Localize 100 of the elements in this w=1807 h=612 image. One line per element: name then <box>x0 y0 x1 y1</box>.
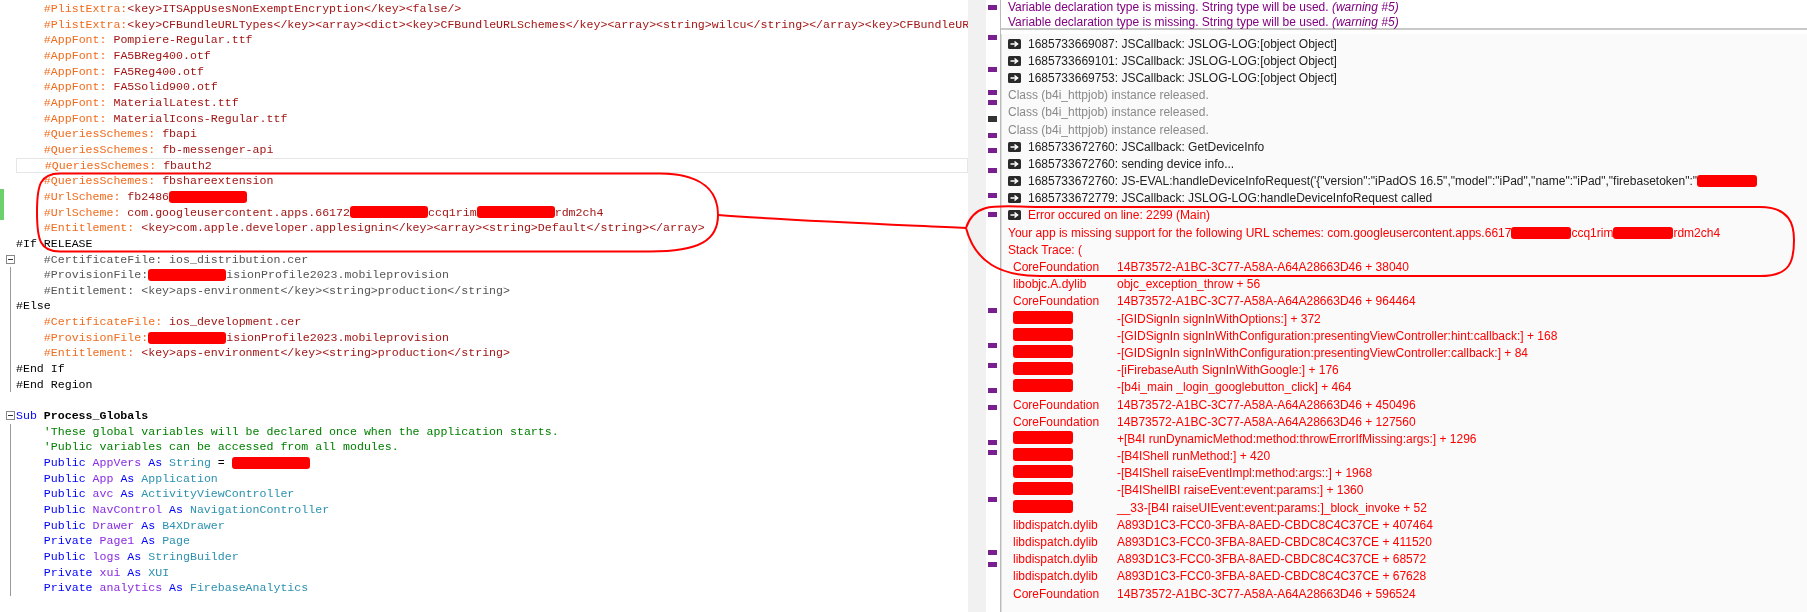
redaction-mark <box>1697 175 1758 188</box>
log-text: Class (b4i_httpjob) instance released. <box>1008 122 1209 137</box>
redaction-mark <box>1013 379 1073 393</box>
log-text: 1685733672779: JSCallback: JSLOG-LOG:handleDeviceInfoRequest called <box>1028 191 1433 206</box>
code-text: #AppFont: Pompiere-Regular.ttf <box>43 32 253 48</box>
redaction-mark <box>1511 226 1572 239</box>
log-text: 1685733669753: JSCallback: JSLOG-LOG:[object Object] <box>1028 70 1337 85</box>
code-text: ccq1rim <box>427 204 477 221</box>
log-text: 1685733669101: JSCallback: JSLOG-LOG:[object Object] <box>1028 53 1337 68</box>
redaction-mark <box>1013 430 1073 444</box>
redaction-mark <box>1613 226 1674 239</box>
code-text: #Entitlement: <key>aps-environment</key><string>production</string> <box>43 345 510 362</box>
code-text: Private Page1 As Page <box>43 533 190 549</box>
log-text: -[iFirebaseAuth SignInWithGoogle:] + 176 <box>1117 363 1339 378</box>
code-text: Public logs As StringBuilder <box>43 548 239 565</box>
code-text: #AppFont: FA5Reg400.otf <box>43 63 204 80</box>
code-text: #QueriesSchemes: fbshareextension <box>43 173 274 189</box>
log-text: +[B4I runDynamicMethod:method:throwErrorIfMissing:args:] + 1296 <box>1117 431 1477 446</box>
code-text: #AppFont: FA5Solid900.otf <box>43 79 218 95</box>
log-text: 14B73572-A1BC-3C77-A58A-A64A28663D46 + 450496 <box>1117 397 1416 412</box>
log-text: 14B73572-A1BC-3C77-A58A-A64A28663D46 + 596524 <box>1117 586 1416 601</box>
log-text: ccq1rim <box>1571 225 1614 240</box>
log-text: A893D1C3-FCC0-3FBA-8AED-CBDC8C4C37CE + 411520 <box>1117 535 1432 550</box>
log-text: Error occured on line: 2299 (Main) <box>1028 208 1211 223</box>
log-text: libobjc.A.dylib <box>1013 277 1087 292</box>
code-text: isionProfile2023.mobileprovision <box>226 329 449 346</box>
code-text: Public NavControl As NavigationController <box>43 502 330 518</box>
log-text: CoreFoundation <box>1013 414 1100 429</box>
log-text: libdispatch.dylib <box>1013 569 1098 584</box>
code-text: #CertificateFile: ios_distribution.cer <box>43 251 309 268</box>
log-text: CoreFoundation <box>1013 294 1100 309</box>
code-text: Public Drawer As B4XDrawer <box>43 517 225 534</box>
code-text: #CertificateFile: ios_development.cer <box>43 314 302 330</box>
code-text: #End Region <box>16 376 93 393</box>
redaction-mark <box>1013 448 1073 462</box>
code-text: Sub Process_Globals <box>16 408 149 424</box>
redaction-mark <box>1013 465 1073 479</box>
arrow-icon <box>1008 55 1021 66</box>
code-text: #UrlScheme: com.googleusercontent.apps.66172 <box>43 204 350 221</box>
log-text: 1685733669087: JSCallback: JSLOG-LOG:[object Object] <box>1028 36 1337 51</box>
arrow-icon <box>1008 158 1021 169</box>
log-text: A893D1C3-FCC0-3FBA-8AED-CBDC8C4C37CE + 407464 <box>1117 517 1433 532</box>
log-text: A893D1C3-FCC0-3FBA-8AED-CBDC8C4C37CE + 67628 <box>1117 569 1427 584</box>
log-text: Class (b4i_httpjob) instance released. <box>1008 105 1209 120</box>
warning-message[interactable]: Variable declaration type is missing. String type will be used. (warning #5) <box>1008 15 1807 30</box>
code-text: #QueriesSchemes: fb-messenger-api <box>43 141 274 158</box>
code-text: Private xui As XUI <box>43 564 170 581</box>
log-text: rdm2ch4 <box>1673 225 1721 240</box>
log-text: 14B73572-A1BC-3C77-A58A-A64A28663D46 + 127560 <box>1117 414 1416 429</box>
log-text: 1685733672760: JS-EVAL:handleDeviceInfoRequest('{"version":"iPadOS 16.5","model":"iPad","name":"iPad","firebasetoken":" <box>1028 174 1698 189</box>
code-text: #If RELEASE <box>16 235 93 252</box>
code-text: #AppFont: MaterialLatest.ttf <box>43 94 239 111</box>
code-text: isionProfile2023.mobileprovision <box>226 267 449 283</box>
code-text: Public App As Application <box>43 470 218 487</box>
code-text: rdm2ch4 <box>554 204 604 221</box>
warning-message[interactable]: Variable declaration type is missing. String type will be used. (warning #5) <box>1008 0 1807 15</box>
redaction-mark <box>1013 482 1073 496</box>
log-text: __33-[B4I raiseUIEvent:event:params:]_block_invoke + 52 <box>1117 500 1427 515</box>
redaction-mark <box>1013 310 1073 324</box>
log-text: CoreFoundation <box>1013 586 1100 601</box>
code-text: #ProvisionFile: <box>43 329 149 346</box>
redaction-mark <box>1013 344 1073 358</box>
log-text: 1685733672760: JSCallback: GetDeviceInfo <box>1028 139 1265 154</box>
arrow-icon <box>1008 38 1021 49</box>
code-text: #QueriesSchemes: fbauth2 <box>44 157 212 174</box>
redaction-mark <box>1013 362 1073 376</box>
code-text: #ProvisionFile: <box>43 267 149 283</box>
redaction-mark <box>1013 327 1073 341</box>
log-text: -[b4i_main _login_googlebutton_click] + 464 <box>1117 380 1352 395</box>
log-text: -[B4IShell raiseEventImpl:method:args::] + 1968 <box>1117 466 1373 481</box>
code-text: Private analytics As FirebaseAnalytics <box>43 580 309 596</box>
arrow-icon <box>1008 141 1021 152</box>
code-text: #Else <box>16 298 51 315</box>
code-text: Public AppVers As String = <box>43 455 226 471</box>
log-text: Class (b4i_httpjob) instance released. <box>1008 88 1209 103</box>
code-text: #End If <box>16 361 65 377</box>
arrow-icon <box>1008 176 1021 187</box>
collapse-icon[interactable] <box>6 254 15 264</box>
log-text: libdispatch.dylib <box>1013 552 1098 567</box>
code-text: #AppFont: FA5BReg400.otf <box>43 47 211 64</box>
log-text: -[GIDSignIn signInWithConfiguration:presentingViewController:callback:] + 84 <box>1117 345 1528 360</box>
arrow-icon <box>1008 72 1021 83</box>
log-text: Stack Trace: ( <box>1008 242 1083 257</box>
code-text: #Entitlement: <key>aps-environment</key><string>production</string> <box>43 282 510 299</box>
code-text: 'Public variables can be accessed from all modules. <box>43 439 399 456</box>
redaction-mark <box>1013 499 1073 513</box>
log-text: -[B4IShellBI raiseEvent:event:params:] + 1360 <box>1117 483 1364 498</box>
arrow-icon <box>1008 193 1021 204</box>
collapse-icon[interactable] <box>6 411 15 421</box>
code-text: #AppFont: MaterialIcons-Regular.ttf <box>43 110 288 127</box>
log-text: Your app is missing support for the following URL schemes: com.googleusercontent.apps.6617 <box>1008 225 1512 240</box>
log-text: -[GIDSignIn signInWithOptions:] + 372 <box>1117 311 1321 326</box>
log-text: A893D1C3-FCC0-3FBA-8AED-CBDC8C4C37CE + 68572 <box>1117 552 1427 567</box>
code-text: #UrlScheme: fb2486 <box>43 188 170 205</box>
log-text: 14B73572-A1BC-3C77-A58A-A64A28663D46 + 964464 <box>1117 294 1416 309</box>
code-text: #Entitlement: <key>com.apple.developer.applesignin</key><array><string>Default</string></array> <box>43 220 705 236</box>
log-text: libdispatch.dylib <box>1013 517 1098 532</box>
log-text: objc_exception_throw + 56 <box>1117 277 1261 292</box>
log-text: libdispatch.dylib <box>1013 535 1098 550</box>
log-text: 1685733672760: sending device info... <box>1028 156 1235 171</box>
